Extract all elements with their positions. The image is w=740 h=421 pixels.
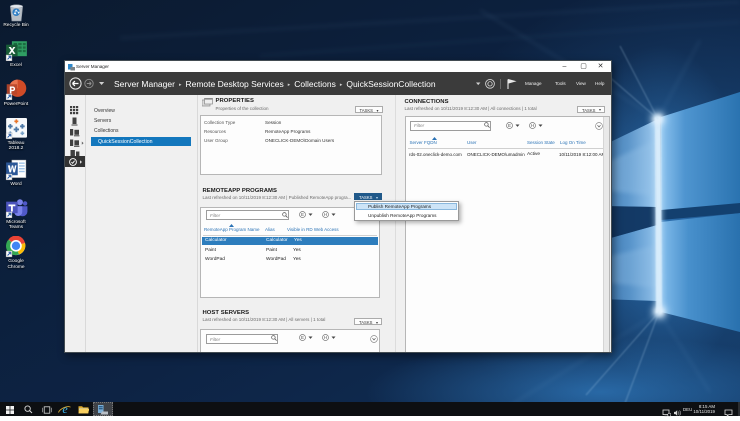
svg-text:E: E: [301, 335, 304, 340]
svg-text:H: H: [324, 335, 327, 340]
svg-text:E: E: [508, 123, 511, 128]
svg-text:H: H: [324, 212, 327, 217]
svg-text:H: H: [531, 123, 534, 128]
svg-text:E: E: [301, 212, 304, 217]
